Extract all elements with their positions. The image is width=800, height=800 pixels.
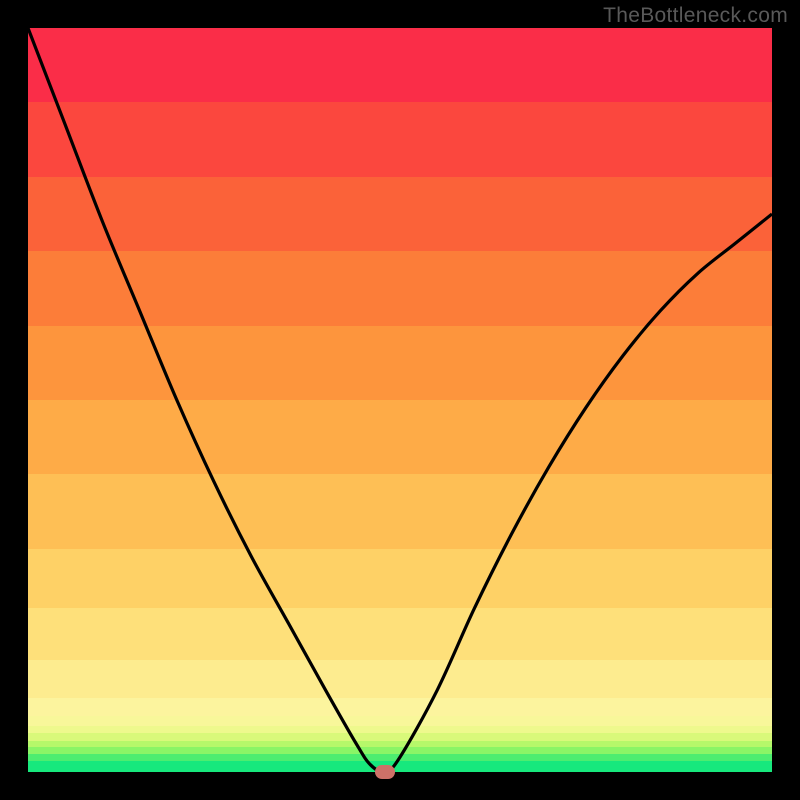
- optimum-marker: [375, 765, 395, 779]
- plot-area: [28, 28, 772, 772]
- bottleneck-curve: [28, 28, 772, 772]
- watermark-text: TheBottleneck.com: [603, 4, 788, 28]
- chart-frame: TheBottleneck.com: [0, 0, 800, 800]
